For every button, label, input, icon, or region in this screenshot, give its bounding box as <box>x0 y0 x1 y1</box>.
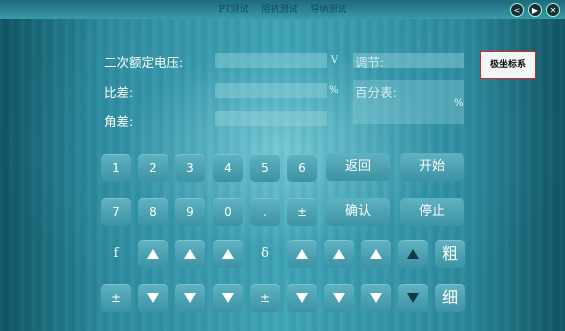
title-bar: PT测试 阻抗测试 导纳测试 < ▶ ✕ <box>0 0 565 19</box>
arrow-up-icon <box>407 249 419 259</box>
arrow-down-icon <box>370 293 382 303</box>
voltage-unit: V <box>331 55 339 66</box>
arrow-down-icon <box>407 293 419 303</box>
key-8[interactable]: 8 <box>138 198 168 226</box>
key-7[interactable]: 7 <box>101 198 131 226</box>
delta-down-button-3[interactable] <box>361 284 391 312</box>
f-sign-button[interactable]: ± <box>101 284 131 312</box>
f-down-button-3[interactable] <box>213 284 243 312</box>
test-tabs: PT测试 阻抗测试 导纳测试 <box>0 2 565 15</box>
key-1[interactable]: 1 <box>101 154 131 182</box>
arrow-down-icon <box>147 293 159 303</box>
coarse-button[interactable]: 粗 <box>435 240 465 268</box>
delta-down-button-1[interactable] <box>287 284 317 312</box>
start-button[interactable]: 开始 <box>400 153 464 181</box>
rated-voltage-field[interactable] <box>215 53 327 68</box>
arrow-down-icon <box>222 293 234 303</box>
tab-pt-test[interactable]: PT测试 <box>219 5 249 15</box>
arrow-up-icon <box>333 249 345 259</box>
f-up-button-3[interactable] <box>213 240 243 268</box>
arrow-up-icon <box>370 249 382 259</box>
delta-up-button-1[interactable] <box>287 240 317 268</box>
delta-up-button-2[interactable] <box>324 240 354 268</box>
frequency-label: f <box>113 246 119 261</box>
key-3[interactable]: 3 <box>175 154 205 182</box>
f-up-button-2[interactable] <box>175 240 205 268</box>
play-icon[interactable]: ▶ <box>528 3 542 17</box>
close-icon[interactable]: ✕ <box>546 3 560 17</box>
key-0[interactable]: 0 <box>213 198 243 226</box>
delta-label: δ <box>261 246 269 261</box>
ratio-error-unit: % <box>329 85 339 96</box>
back-button[interactable]: 返回 <box>326 153 390 181</box>
percent-meter-unit: % <box>454 98 464 109</box>
background-streaks <box>0 0 565 331</box>
key-5[interactable]: 5 <box>250 154 280 182</box>
arrow-down-icon <box>296 293 308 303</box>
angle-error-field[interactable] <box>215 111 327 126</box>
rated-voltage-label: 二次额定电压: <box>104 55 184 70</box>
arrow-up-icon <box>296 249 308 259</box>
fine-button[interactable]: 细 <box>435 284 465 312</box>
stop-button[interactable]: 停止 <box>400 198 464 226</box>
delta-sign-button[interactable]: ± <box>250 284 280 312</box>
key-4[interactable]: 4 <box>213 154 243 182</box>
confirm-button[interactable]: 确认 <box>326 198 390 226</box>
percent-meter-field[interactable] <box>353 80 464 124</box>
ratio-error-label: 比差: <box>104 85 134 100</box>
arrow-up-icon <box>147 249 159 259</box>
key-2[interactable]: 2 <box>138 154 168 182</box>
angle-error-label: 角差: <box>104 114 134 129</box>
polar-coordinates-button[interactable]: 极坐标系 <box>480 51 536 79</box>
adjust-field[interactable] <box>353 53 464 68</box>
key-6[interactable]: 6 <box>287 154 317 182</box>
arrow-down-icon <box>333 293 345 303</box>
f-down-button-2[interactable] <box>175 284 205 312</box>
tab-admittance-test[interactable]: 导纳测试 <box>310 5 346 15</box>
key-plus-minus[interactable]: ± <box>287 198 317 226</box>
back-icon[interactable]: < <box>510 3 524 17</box>
delta-up-button-3[interactable] <box>361 240 391 268</box>
arrow-down-icon <box>184 293 196 303</box>
ratio-error-field[interactable] <box>215 83 327 98</box>
f-up-button-1[interactable] <box>138 240 168 268</box>
tab-impedance-test[interactable]: 阻抗测试 <box>262 5 298 15</box>
key-decimal[interactable]: . <box>250 198 280 226</box>
f-down-button-1[interactable] <box>138 284 168 312</box>
arrow-up-icon <box>222 249 234 259</box>
key-9[interactable]: 9 <box>175 198 205 226</box>
delta-up-button-4[interactable] <box>398 240 428 268</box>
arrow-up-icon <box>184 249 196 259</box>
delta-down-button-2[interactable] <box>324 284 354 312</box>
delta-down-button-4[interactable] <box>398 284 428 312</box>
